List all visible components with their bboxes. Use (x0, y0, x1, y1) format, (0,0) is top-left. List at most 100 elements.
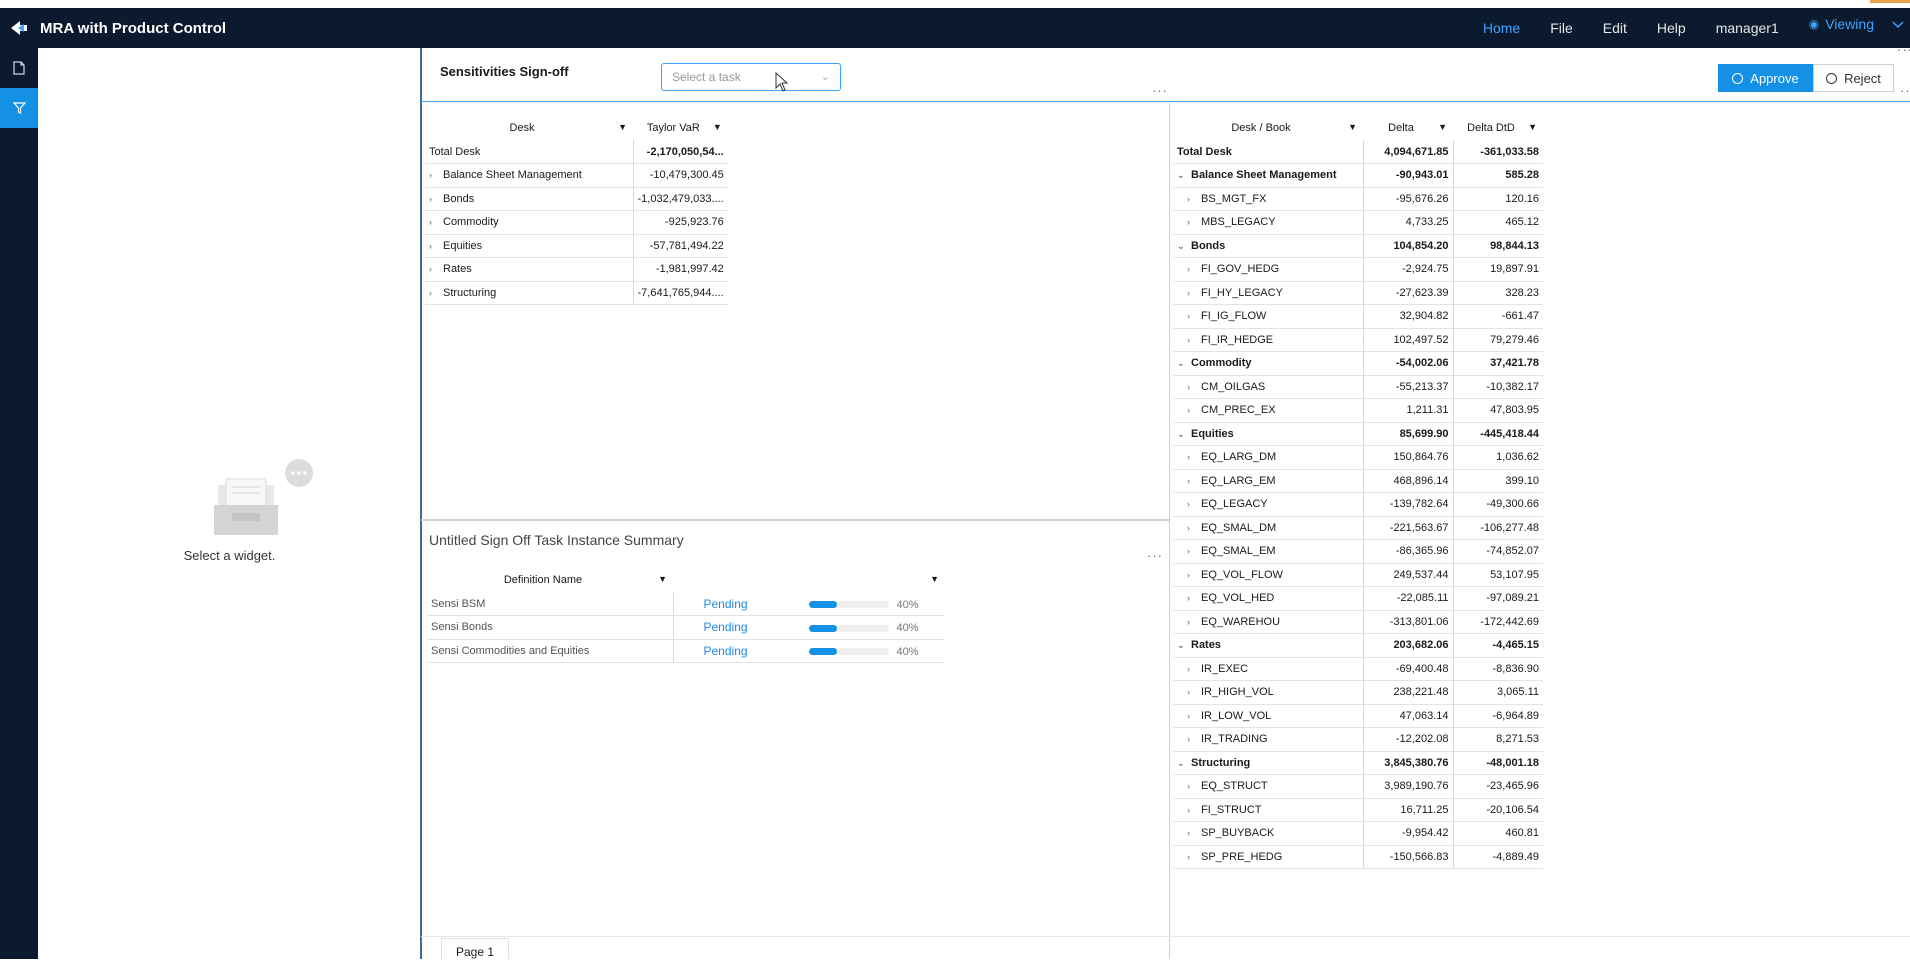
column-header-delta[interactable]: Delta ▼ (1363, 116, 1453, 140)
horizontal-splitter[interactable] (421, 519, 1169, 521)
filters-button[interactable] (0, 88, 38, 128)
table-row[interactable]: Total Desk -2,170,050,54... (425, 140, 728, 164)
column-header-delta-dtd[interactable]: Delta DtD ▼ (1453, 116, 1543, 140)
expand-icon[interactable]: › (1187, 523, 1201, 533)
table-row[interactable]: › EQ_STRUCT 3,989,190.76 -23,465.96 (1173, 774, 1543, 799)
pages-button[interactable] (0, 48, 38, 88)
collapse-icon[interactable]: ⌄ (1177, 758, 1191, 769)
table-row[interactable]: ⌄ Commodity -54,002.06 37,421.78 (1173, 351, 1543, 376)
table-row[interactable]: › EQ_LARG_DM 150,864.76 1,036.62 (1173, 445, 1543, 470)
table-row[interactable]: › EQ_SMAL_EM -86,365.96 -74,852.07 (1173, 539, 1543, 564)
table-row[interactable]: › CM_PREC_EX 1,211.31 47,803.95 (1173, 398, 1543, 423)
sort-arrow-icon[interactable]: ▼ (618, 122, 627, 132)
table-row[interactable]: › SP_BUYBACK -9,954.42 460.81 (1173, 821, 1543, 846)
more-options-icon[interactable]: ··· (1897, 42, 1910, 57)
sort-arrow-icon[interactable]: ▼ (658, 574, 667, 584)
column-header-status[interactable]: ▼ (673, 568, 945, 592)
table-row[interactable]: › EQ_LARG_EM 468,896.14 399.10 (1173, 469, 1543, 493)
table-row[interactable]: Sensi Commodities and Equities Pending 40% (427, 639, 945, 663)
table-row[interactable]: Sensi BSM Pending 40% (427, 592, 945, 616)
table-row[interactable]: ⌄ Rates 203,682.06 -4,465.15 (1173, 633, 1543, 658)
expand-icon[interactable]: › (1187, 805, 1201, 815)
status-link[interactable]: Pending (704, 644, 809, 658)
collapse-icon[interactable]: ⌄ (1177, 241, 1191, 252)
expand-icon[interactable]: › (1187, 476, 1201, 486)
table-row[interactable]: › EQ_WAREHOU -313,801.06 -172,442.69 (1173, 610, 1543, 634)
status-link[interactable]: Pending (704, 597, 809, 611)
sort-arrow-icon[interactable]: ▼ (713, 122, 722, 132)
table-row[interactable]: Total Desk 4,094,671.85 -361,033.58 (1173, 140, 1543, 164)
collapse-icon[interactable]: ⌄ (1177, 358, 1191, 369)
column-header-desk[interactable]: Desk ▼ (425, 116, 633, 140)
table-row[interactable]: › IR_TRADING -12,202.08 8,271.53 (1173, 727, 1543, 752)
expand-icon[interactable]: › (1187, 405, 1201, 415)
more-options-icon[interactable]: ··· (1147, 548, 1163, 563)
table-row[interactable]: › Bonds -1,032,479,033.... (425, 187, 728, 211)
expand-icon[interactable]: › (1187, 264, 1201, 274)
table-row[interactable]: › EQ_LEGACY -139,782.64 -49,300.66 (1173, 492, 1543, 517)
expand-icon[interactable]: › (1187, 734, 1201, 744)
collapse-icon[interactable]: ⌄ (1177, 429, 1191, 440)
sort-arrow-icon[interactable]: ▼ (1348, 122, 1357, 132)
table-row[interactable]: › FI_IR_HEDGE 102,497.52 79,279.46 (1173, 328, 1543, 352)
expand-icon[interactable]: › (1187, 382, 1201, 392)
table-row[interactable]: › BS_MGT_FX -95,676.26 120.16 (1173, 187, 1543, 211)
table-row[interactable]: › EQ_VOL_HED -22,085.11 -97,089.21 (1173, 586, 1543, 611)
table-row[interactable]: › Equities -57,781,494.22 (425, 234, 728, 258)
expand-icon[interactable]: › (1187, 570, 1201, 580)
expand-icon[interactable]: › (429, 170, 443, 180)
table-row[interactable]: › MBS_LEGACY 4,733.25 465.12 (1173, 210, 1543, 235)
expand-icon[interactable]: › (429, 241, 443, 251)
table-row[interactable]: ⌄ Structuring 3,845,380.76 -48,001.18 (1173, 751, 1543, 775)
user-menu[interactable]: manager1 (1716, 20, 1779, 36)
table-row[interactable]: › EQ_VOL_FLOW 249,537.44 53,107.95 (1173, 563, 1543, 587)
expand-icon[interactable]: › (1187, 452, 1201, 462)
expand-icon[interactable]: › (1187, 288, 1201, 298)
expand-icon[interactable]: › (1187, 546, 1201, 556)
task-select[interactable]: Select a task ⌄ (661, 63, 841, 91)
expand-icon[interactable]: › (1187, 311, 1201, 321)
sort-arrow-icon[interactable]: ▼ (1528, 122, 1537, 132)
table-row[interactable]: › IR_LOW_VOL 47,063.14 -6,964.89 (1173, 704, 1543, 728)
expand-icon[interactable]: › (1187, 194, 1201, 204)
viewing-mode-toggle[interactable]: ◉ Viewing (1809, 16, 1910, 32)
nav-home[interactable]: Home (1483, 20, 1520, 36)
table-row[interactable]: Sensi Bonds Pending 40% (427, 615, 945, 640)
expand-icon[interactable]: › (1187, 711, 1201, 721)
table-row[interactable]: › EQ_SMAL_DM -221,563.67 -106,277.48 (1173, 516, 1543, 540)
expand-icon[interactable]: › (1187, 593, 1201, 603)
reject-button[interactable]: Reject (1813, 64, 1894, 92)
expand-icon[interactable]: › (1187, 617, 1201, 627)
more-options-icon[interactable]: ··· (1152, 83, 1168, 98)
column-header-definition-name[interactable]: Definition Name ▼ (427, 568, 673, 592)
status-link[interactable]: Pending (704, 620, 809, 634)
table-row[interactable]: › Balance Sheet Management -10,479,300.45 (425, 163, 728, 188)
table-row[interactable]: ⌄ Bonds 104,854.20 98,844.13 (1173, 234, 1543, 258)
nav-help[interactable]: Help (1657, 20, 1686, 36)
table-row[interactable]: › FI_GOV_HEDG -2,924.75 19,897.91 (1173, 257, 1543, 282)
table-row[interactable]: ⌄ Balance Sheet Management -90,943.01 585.2… (1173, 163, 1543, 188)
expand-icon[interactable]: › (1187, 664, 1201, 674)
more-options-icon[interactable]: ··· (1900, 83, 1910, 98)
expand-icon[interactable]: › (1187, 852, 1201, 862)
expand-icon[interactable]: › (1187, 335, 1201, 345)
sort-arrow-icon[interactable]: ▼ (930, 574, 939, 584)
expand-icon[interactable]: › (1187, 687, 1201, 697)
expand-icon[interactable]: › (1187, 828, 1201, 838)
sort-arrow-icon[interactable]: ▼ (1438, 122, 1447, 132)
table-row[interactable]: › FI_HY_LEGACY -27,623.39 328.23 (1173, 281, 1543, 305)
expand-icon[interactable]: › (429, 288, 443, 298)
table-row[interactable]: › Structuring -7,641,765,944.... (425, 281, 728, 305)
expand-icon[interactable]: › (1187, 217, 1201, 227)
page-tab-1[interactable]: Page 1 (441, 938, 509, 959)
table-row[interactable]: ⌄ Equities 85,699.90 -445,418.44 (1173, 422, 1543, 446)
table-row[interactable]: › CM_OILGAS -55,213.37 -10,382.17 (1173, 375, 1543, 399)
nav-file[interactable]: File (1550, 20, 1573, 36)
column-header-desk-book[interactable]: Desk / Book ▼ (1173, 116, 1363, 140)
approve-button[interactable]: Approve (1718, 64, 1813, 92)
expand-icon[interactable]: › (429, 217, 443, 227)
table-row[interactable]: › SP_PRE_HEDG -150,566.83 -4,889.49 (1173, 845, 1543, 869)
collapse-icon[interactable]: ⌄ (1177, 170, 1191, 181)
expand-icon[interactable]: › (429, 194, 443, 204)
collapse-icon[interactable]: ⌄ (1177, 640, 1191, 651)
